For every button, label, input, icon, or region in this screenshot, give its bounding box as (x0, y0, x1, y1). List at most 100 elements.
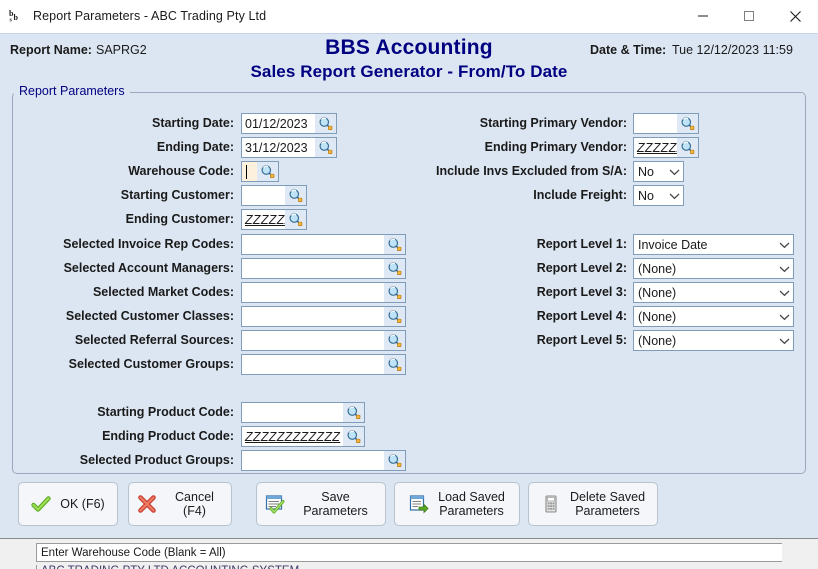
search-icon[interactable] (384, 307, 405, 326)
chevron-down-icon[interactable] (775, 313, 793, 321)
report-parameters-window: b b s Report Parameters - ABC Trading Pt… (0, 0, 818, 569)
button-load-saved-parameters[interactable]: Load Saved Parameters (394, 482, 520, 526)
bbs-logo-icon: b b s (9, 8, 25, 24)
combo-report-level-3[interactable]: (None) (633, 282, 794, 303)
search-icon[interactable] (384, 259, 405, 278)
combo-report-level-5-value: (None) (638, 333, 677, 348)
chevron-down-icon[interactable] (775, 265, 793, 273)
field-starting-primary-vendor[interactable] (633, 113, 699, 134)
button-save-parameters[interactable]: Save Parameters (256, 482, 386, 526)
button-cancel-f4[interactable]: Cancel (F4) (128, 482, 232, 526)
label-selected-customer-groups: Selected Customer Groups: (68, 357, 234, 371)
button-ok-f6[interactable]: OK (F6) (18, 482, 118, 526)
field-ending-product-code-value[interactable]: ZZZZZZZZZZZZ (242, 427, 343, 446)
chevron-down-icon[interactable] (665, 192, 683, 200)
field-selected-invoice-rep-codes[interactable] (241, 234, 406, 255)
chevron-down-icon[interactable] (775, 241, 793, 249)
field-starting-product-code[interactable] (241, 402, 365, 423)
field-selected-referral-sources-value[interactable] (242, 331, 384, 350)
search-icon[interactable] (384, 451, 405, 470)
field-selected-customer-groups[interactable] (241, 354, 406, 375)
field-selected-account-managers[interactable] (241, 258, 406, 279)
combo-include-freight[interactable]: No (633, 185, 684, 206)
status-bar: Enter Warehouse Code (Blank = All) ABC T… (0, 538, 818, 569)
search-icon[interactable] (677, 114, 698, 133)
field-starting-date[interactable]: 01/12/2023 (241, 113, 337, 134)
close-icon[interactable] (772, 0, 818, 32)
label-report-level-3: Report Level 3: (536, 285, 627, 299)
label-report-level-2: Report Level 2: (536, 261, 627, 275)
search-icon[interactable] (384, 331, 405, 350)
window-title: Report Parameters - ABC Trading Pty Ltd (33, 9, 267, 23)
field-selected-customer-classes-value[interactable] (242, 307, 384, 326)
field-starting-customer-value[interactable] (242, 186, 285, 205)
status-cutoff-row: ABC TRADING PTY LTD ACCOUNTING SYSTEM (36, 565, 782, 569)
combo-include-invs-excluded-from-s-a[interactable]: No (633, 161, 684, 182)
label-starting-primary-vendor: Starting Primary Vendor: (479, 116, 627, 130)
field-ending-date[interactable]: 31/12/2023 (241, 137, 337, 158)
combo-include-invs-excluded-from-s-a-value: No (638, 164, 654, 179)
search-icon[interactable] (677, 138, 698, 157)
search-icon[interactable] (315, 114, 336, 133)
search-icon[interactable] (285, 210, 306, 229)
combo-report-level-2-value: (None) (638, 261, 677, 276)
save-disk-icon (265, 494, 285, 514)
search-icon[interactable] (343, 403, 364, 422)
field-selected-account-managers-value[interactable] (242, 259, 384, 278)
button-label: Load Saved Parameters (438, 490, 505, 518)
field-selected-customer-groups-value[interactable] (242, 355, 384, 374)
chevron-down-icon[interactable] (775, 337, 793, 345)
field-selected-market-codes[interactable] (241, 282, 406, 303)
field-warehouse-code-value[interactable] (242, 162, 257, 181)
search-icon[interactable] (285, 186, 306, 205)
label-include-invs-excluded-from-s-a: Include Invs Excluded from S/A: (435, 164, 627, 178)
combo-report-level-1[interactable]: Invoice Date (633, 234, 794, 255)
field-selected-customer-classes[interactable] (241, 306, 406, 327)
field-ending-primary-vendor[interactable]: ZZZZZZ (633, 137, 699, 158)
label-selected-referral-sources: Selected Referral Sources: (74, 333, 234, 347)
button-delete-saved-parameters[interactable]: Delete Saved Parameters (528, 482, 658, 526)
label-report-level-5: Report Level 5: (536, 333, 627, 347)
search-icon[interactable] (343, 427, 364, 446)
field-selected-market-codes-value[interactable] (242, 283, 384, 302)
field-selected-referral-sources[interactable] (241, 330, 406, 351)
label-ending-customer: Ending Customer: (125, 212, 234, 226)
field-warehouse-code[interactable] (241, 161, 279, 182)
combo-report-level-4[interactable]: (None) (633, 306, 794, 327)
button-label: Save Parameters (303, 490, 368, 518)
field-starting-primary-vendor-value[interactable] (634, 114, 677, 133)
label-report-level-4: Report Level 4: (536, 309, 627, 323)
search-icon[interactable] (257, 162, 278, 181)
chevron-down-icon[interactable] (665, 168, 683, 176)
field-ending-customer-value[interactable]: ZZZZZZ (242, 210, 285, 229)
combo-report-level-5[interactable]: (None) (633, 330, 794, 351)
svg-text:s: s (10, 18, 13, 24)
groupbox-legend: Report Parameters (14, 84, 130, 98)
label-report-level-1: Report Level 1: (536, 237, 627, 251)
app-subtitle: Sales Report Generator - From/To Date (250, 62, 568, 81)
minimize-icon[interactable] (680, 0, 726, 32)
search-icon[interactable] (384, 283, 405, 302)
field-ending-customer[interactable]: ZZZZZZ (241, 209, 307, 230)
field-ending-primary-vendor-value[interactable]: ZZZZZZ (634, 138, 677, 157)
field-starting-product-code-value[interactable] (242, 403, 343, 422)
button-label: Delete Saved Parameters (569, 490, 646, 518)
datetime-label: Date & Time: (590, 43, 667, 57)
label-selected-account-managers: Selected Account Managers: (63, 261, 234, 275)
field-selected-product-groups-value[interactable] (242, 451, 384, 470)
field-starting-date-value[interactable]: 01/12/2023 (242, 114, 315, 133)
field-selected-product-groups[interactable] (241, 450, 406, 471)
search-icon[interactable] (315, 138, 336, 157)
search-icon[interactable] (384, 235, 405, 254)
field-ending-date-value[interactable]: 31/12/2023 (242, 138, 315, 157)
field-ending-product-code[interactable]: ZZZZZZZZZZZZ (241, 426, 365, 447)
field-selected-invoice-rep-codes-value[interactable] (242, 235, 384, 254)
search-icon[interactable] (384, 355, 405, 374)
combo-report-level-2[interactable]: (None) (633, 258, 794, 279)
chevron-down-icon[interactable] (775, 289, 793, 297)
field-starting-customer[interactable] (241, 185, 307, 206)
label-ending-date: Ending Date: (156, 140, 234, 154)
button-label: Cancel (F4) (175, 490, 214, 518)
red-cross-icon (137, 494, 157, 514)
maximize-icon[interactable] (726, 0, 772, 32)
